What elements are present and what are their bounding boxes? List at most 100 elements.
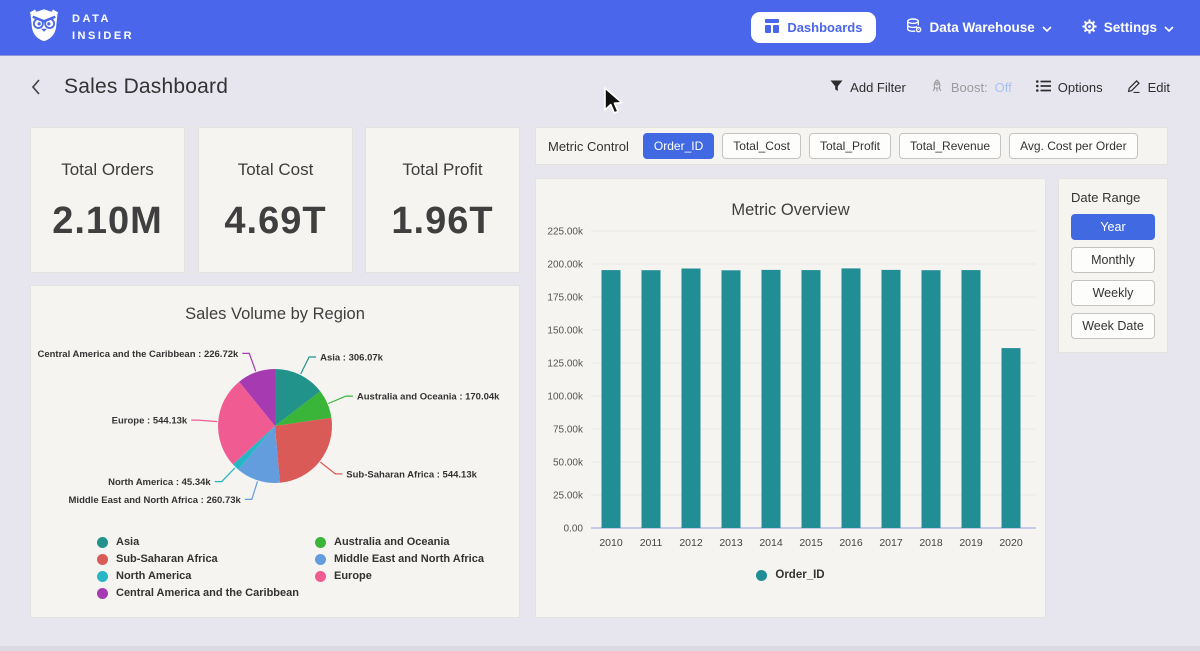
rocket-icon: [930, 79, 944, 96]
legend-item-central-america-and-the-caribbean[interactable]: Central America and the Caribbean: [97, 587, 315, 599]
metric-option-order-id[interactable]: Order_ID: [643, 133, 714, 159]
kpi-value: 1.96T: [391, 200, 493, 243]
legend-dot: [315, 554, 326, 565]
legend-item-sub-saharan-africa[interactable]: Sub-Saharan Africa: [97, 553, 315, 565]
bar-2012[interactable]: [682, 269, 701, 529]
pie-label-sub-saharan-africa: Sub-Saharan Africa : 544.13k: [346, 469, 477, 480]
legend-item-europe[interactable]: Europe: [315, 570, 515, 582]
metric-control-buttons: Order_ID Total_Cost Total_Profit Total_Reve…: [643, 133, 1138, 159]
pie-leader-line: [215, 468, 235, 482]
y-tick-label: 175.00k: [547, 293, 584, 304]
legend-dot: [97, 537, 108, 548]
chevron-down-icon: [1042, 20, 1052, 35]
bar-2011[interactable]: [642, 270, 661, 528]
y-tick-label: 150.00k: [547, 326, 584, 337]
x-tick-label: 2017: [879, 537, 903, 549]
legend-label: Sub-Saharan Africa: [116, 553, 218, 565]
back-button[interactable]: [30, 78, 42, 96]
bar-2016[interactable]: [842, 268, 861, 528]
legend-item-north-america[interactable]: North America: [97, 570, 315, 582]
y-tick-label: 225.00k: [547, 227, 584, 238]
legend-dot: [97, 554, 108, 565]
pie-slice-sub-saharan-africa[interactable]: [275, 418, 332, 483]
pie-leader-line: [328, 396, 353, 403]
date-range-option-year[interactable]: Year: [1071, 214, 1155, 240]
bar-2013[interactable]: [722, 270, 741, 528]
legend-label: Europe: [334, 570, 372, 582]
header-actions: Add Filter Boost: Off Options: [830, 79, 1170, 96]
legend-item-asia[interactable]: Asia: [97, 536, 315, 548]
x-tick-label: 2011: [640, 537, 663, 549]
legend-label: Central America and the Caribbean: [116, 587, 299, 599]
pie-chart: Asia : 306.07k Australia and Oceania : 17…: [31, 324, 519, 527]
settings-menu[interactable]: Settings: [1082, 19, 1174, 37]
bar-2017[interactable]: [882, 270, 901, 528]
x-tick-label: 2012: [679, 537, 703, 549]
kpi-label: Total Orders: [61, 160, 154, 180]
legend-label: Order_ID: [775, 569, 824, 581]
options-label: Options: [1058, 80, 1103, 95]
metric-option-total-cost[interactable]: Total_Cost: [722, 133, 801, 159]
bar-2018[interactable]: [922, 270, 941, 528]
database-icon: [906, 18, 922, 37]
bar-2014[interactable]: [762, 270, 781, 528]
date-range-option-week-date[interactable]: Week Date: [1071, 313, 1155, 339]
legend-dot: [97, 571, 108, 582]
top-navbar: DATA INSIDER Dashboards: [0, 0, 1200, 55]
pie-label-europe: Europe : 544.13k: [112, 416, 188, 427]
legend-dot: [97, 588, 108, 599]
pie-label-australia-and-oceania: Australia and Oceania : 170.04k: [357, 392, 500, 403]
brand-line2: INSIDER: [72, 28, 134, 45]
edit-button[interactable]: Edit: [1127, 79, 1170, 96]
kpi-card-total-profit: Total Profit 1.96T: [365, 127, 520, 273]
gear-icon: [1082, 19, 1097, 37]
kpi-value: 2.10M: [52, 200, 163, 243]
bar-2010[interactable]: [602, 270, 621, 528]
brand-text: DATA INSIDER: [72, 11, 134, 44]
navbar-menu: Dashboards Data Warehouse: [751, 12, 1174, 43]
bottom-edge: [0, 646, 1200, 651]
date-range-option-weekly[interactable]: Weekly: [1071, 280, 1155, 306]
page-title: Sales Dashboard: [64, 75, 228, 99]
boost-toggle[interactable]: Boost: Off: [930, 79, 1012, 96]
kpi-card-total-orders: Total Orders 2.10M: [30, 127, 185, 273]
boost-label: Boost:: [951, 80, 988, 95]
date-range-option-monthly[interactable]: Monthly: [1071, 247, 1155, 273]
y-tick-label: 125.00k: [547, 359, 584, 370]
y-tick-label: 100.00k: [547, 392, 584, 403]
pie-leader-line: [320, 462, 342, 474]
legend-item-australia-and-oceania[interactable]: Australia and Oceania: [315, 536, 515, 548]
metric-control-label: Metric Control: [548, 139, 629, 154]
options-button[interactable]: Options: [1036, 80, 1103, 95]
dashboards-button[interactable]: Dashboards: [751, 12, 876, 43]
bar-2020[interactable]: [1002, 348, 1021, 528]
legend-item-middle-east-and-north-africa[interactable]: Middle East and North Africa: [315, 553, 515, 565]
kpi-value: 4.69T: [224, 200, 326, 243]
legend-label: North America: [116, 570, 191, 582]
bar-chart: 0.0025.00k50.00k75.00k100.00k125.00k150.…: [536, 220, 1045, 562]
metric-option-avg-cost-per-order[interactable]: Avg. Cost per Order: [1009, 133, 1138, 159]
edit-label: Edit: [1148, 80, 1170, 95]
bar-2015[interactable]: [802, 270, 821, 528]
settings-label: Settings: [1104, 20, 1157, 35]
data-warehouse-menu[interactable]: Data Warehouse: [906, 18, 1051, 37]
bar-chart-legend[interactable]: Order_ID: [536, 569, 1045, 581]
add-filter-button[interactable]: Add Filter: [830, 80, 906, 95]
metric-option-total-profit[interactable]: Total_Profit: [809, 133, 891, 159]
data-warehouse-label: Data Warehouse: [929, 20, 1034, 35]
y-tick-label: 200.00k: [547, 260, 584, 271]
metric-option-total-revenue[interactable]: Total_Revenue: [899, 133, 1001, 159]
pie-chart-title: Sales Volume by Region: [31, 286, 519, 324]
y-tick-label: 0.00: [564, 524, 584, 535]
page-header: Sales Dashboard Add Filter Boost: Off: [0, 55, 1200, 119]
pie-label-asia: Asia : 306.07k: [320, 353, 384, 364]
bar-chart-title: Metric Overview: [536, 179, 1045, 220]
y-tick-label: 50.00k: [553, 458, 584, 469]
list-icon: [1036, 80, 1051, 95]
bar-2019[interactable]: [962, 270, 981, 528]
x-tick-label: 2015: [799, 537, 823, 549]
legend-dot: [315, 571, 326, 582]
date-range-label: Date Range: [1071, 190, 1155, 205]
legend-label: Middle East and North Africa: [334, 553, 484, 565]
x-tick-label: 2018: [919, 537, 943, 549]
